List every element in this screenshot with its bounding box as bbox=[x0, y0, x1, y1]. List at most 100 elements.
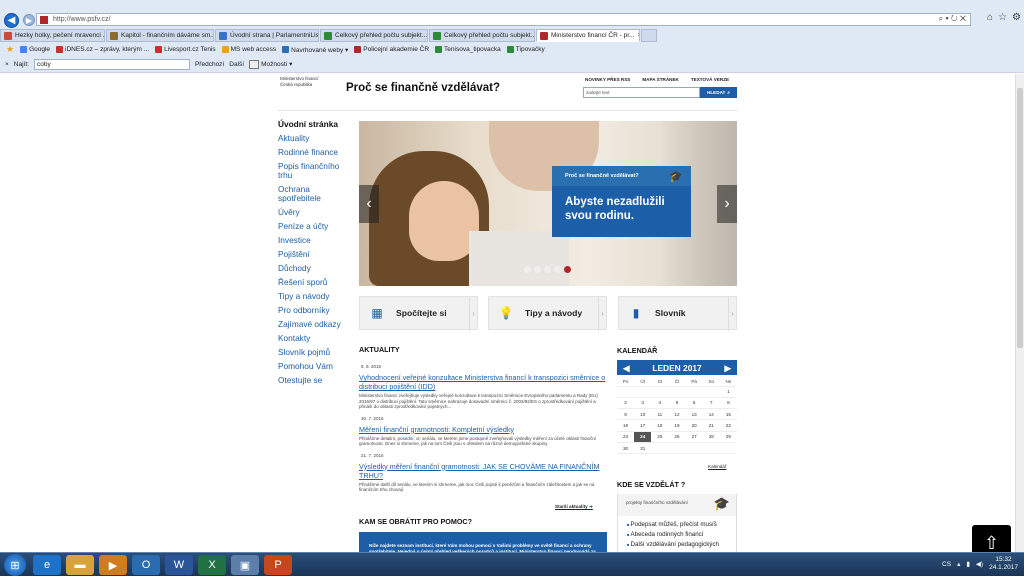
calendar-day[interactable]: 25 bbox=[651, 431, 669, 443]
slider-next-button[interactable]: › bbox=[717, 185, 737, 223]
forward-button[interactable]: ▶ bbox=[23, 14, 35, 26]
scrollbar-thumb[interactable] bbox=[1017, 88, 1023, 348]
favorite-link[interactable]: Livesport.cz Tenis bbox=[155, 46, 216, 53]
new-tab-button[interactable] bbox=[641, 29, 657, 42]
nav-item[interactable]: Popis finančního trhu bbox=[278, 162, 346, 180]
nav-item[interactable]: Aktuality bbox=[278, 134, 346, 143]
favorite-link[interactable]: Navrhované weby ▾ bbox=[282, 46, 348, 54]
calendar-day[interactable]: 1 bbox=[719, 386, 737, 398]
tile-1[interactable]: ▦ Spočítejte si › bbox=[359, 296, 478, 331]
home-icon[interactable]: ⌂ bbox=[987, 12, 993, 23]
ministry-logo[interactable]: Ministerstvo financí Česká republika bbox=[280, 76, 332, 110]
calendar-day[interactable]: 10 bbox=[634, 408, 652, 421]
calendar-day[interactable]: 31 bbox=[634, 442, 652, 455]
nav-item[interactable]: Kontakty bbox=[278, 334, 346, 343]
tile-2[interactable]: 💡 Tipy a návody › bbox=[488, 296, 607, 331]
calendar-day[interactable]: 29 bbox=[719, 431, 737, 443]
calendar-day[interactable]: 22 bbox=[719, 419, 737, 432]
find-prev-button[interactable]: Předchozí bbox=[195, 61, 224, 68]
nav-item[interactable]: Řešení sporů bbox=[278, 278, 346, 287]
search-input[interactable]: zadejte text bbox=[583, 87, 700, 98]
slider-prev-button[interactable]: ‹ bbox=[359, 185, 379, 223]
nav-item[interactable]: Zajímavé odkazy bbox=[278, 320, 346, 329]
find-close-button[interactable]: × bbox=[5, 61, 9, 68]
calendar-day[interactable]: 27 bbox=[685, 431, 703, 443]
address-bar-icons[interactable]: ⌕ ▾ ↻ ✕ bbox=[939, 14, 966, 24]
favorite-link[interactable]: Tipovačky bbox=[506, 46, 545, 53]
calendar-day[interactable]: 11 bbox=[651, 408, 669, 421]
volume-icon[interactable]: ◀) bbox=[976, 560, 983, 568]
nav-item[interactable]: Důchody bbox=[278, 264, 346, 273]
gear-icon[interactable]: ⚙ bbox=[1012, 12, 1021, 23]
favorite-link[interactable]: Google bbox=[20, 46, 50, 53]
clock[interactable]: 15:32 24.1.2017 bbox=[989, 556, 1018, 572]
favorite-link[interactable]: Tenisova_tipovacka bbox=[435, 46, 501, 53]
top-link[interactable]: MAPA STRÁNEK bbox=[642, 77, 679, 82]
calendar-day[interactable]: 4 bbox=[651, 397, 669, 410]
tray-arrow-icon[interactable]: ▴ bbox=[957, 560, 960, 568]
calendar-day[interactable]: 21 bbox=[702, 419, 720, 432]
nav-item[interactable]: Úvěry bbox=[278, 208, 346, 217]
news-title-link[interactable]: Výsledky měření finanční gramotnosti: JA… bbox=[359, 462, 607, 480]
edu-list-item[interactable]: Abeceda rodinných financí bbox=[627, 530, 736, 540]
calendar-day[interactable]: 17 bbox=[634, 419, 652, 432]
outlook-icon[interactable]: O bbox=[132, 555, 160, 575]
slider-dot[interactable] bbox=[524, 266, 531, 273]
network-tray-icon[interactable]: ▮ bbox=[966, 560, 970, 568]
calendar-day[interactable]: 23 bbox=[617, 431, 635, 443]
nav-item[interactable]: Slovník pojmů bbox=[278, 348, 346, 357]
archive-link[interactable]: Starší aktuality ➜ bbox=[555, 504, 593, 510]
favorites-star-icon[interactable]: ★ bbox=[6, 44, 14, 55]
nav-item[interactable]: Pomohou Vám bbox=[278, 362, 346, 371]
slider-dot[interactable] bbox=[564, 266, 571, 273]
calendar-day[interactable]: 9 bbox=[617, 408, 635, 421]
back-button[interactable]: ◀ bbox=[4, 12, 19, 28]
calendar-next-button[interactable]: ▶ bbox=[725, 363, 731, 373]
tab-2[interactable]: Kapitol - finančním dáváme sm... bbox=[106, 29, 214, 42]
tab-1[interactable]: Hezky holky, pečení mravenci ... bbox=[0, 29, 105, 42]
find-input[interactable]: coby bbox=[33, 58, 190, 70]
ie-icon[interactable]: e bbox=[33, 555, 61, 575]
favorite-link[interactable]: MS web access bbox=[221, 46, 276, 53]
tab-4[interactable]: Celkový přehled počtu subjekt... bbox=[320, 29, 428, 42]
news-title-link[interactable]: Měření finanční gramotnosti: Kompletní v… bbox=[359, 425, 607, 434]
slider-dot[interactable] bbox=[534, 266, 541, 273]
calendar-day[interactable]: 5 bbox=[668, 397, 686, 410]
calendar-day[interactable]: 18 bbox=[651, 419, 669, 432]
start-button[interactable]: ⊞ bbox=[4, 554, 26, 576]
calendar-day[interactable]: 2 bbox=[617, 397, 635, 410]
calendar-day[interactable]: 6 bbox=[685, 397, 703, 410]
nav-item[interactable]: Rodinné finance bbox=[278, 148, 346, 157]
calendar-day[interactable]: 8 bbox=[719, 397, 737, 410]
calendar-day[interactable]: 15 bbox=[719, 408, 737, 421]
calendar-day[interactable]: 13 bbox=[685, 408, 703, 421]
address-bar[interactable]: http://www.psfv.cz/ ⌕ ▾ ↻ ✕ bbox=[36, 13, 971, 26]
nav-item[interactable]: Úvodní stránka bbox=[278, 120, 346, 129]
calendar-day[interactable]: 12 bbox=[668, 408, 686, 421]
calendar-day[interactable]: 26 bbox=[668, 431, 686, 443]
calendar-link[interactable]: Kalendář bbox=[708, 464, 726, 469]
tab-5[interactable]: Celkový přehled počtu subjekt... bbox=[429, 29, 535, 42]
top-link[interactable]: TEXTOVÁ VERZE bbox=[691, 77, 729, 82]
powerpoint-icon[interactable]: P bbox=[264, 555, 292, 575]
star-icon[interactable]: ☆ bbox=[998, 12, 1007, 23]
media-player-icon[interactable]: ▶ bbox=[99, 555, 127, 575]
calendar-day[interactable]: 16 bbox=[617, 419, 635, 432]
nav-item[interactable]: Tipy a návody bbox=[278, 292, 346, 301]
edu-list-item[interactable]: Další vzdělávání pedagogických bbox=[627, 540, 736, 550]
folder-icon[interactable]: ▬ bbox=[66, 555, 94, 575]
news-title-link[interactable]: Vyhodnocení veřejné konzultace Ministers… bbox=[359, 373, 607, 391]
tab-6[interactable]: Ministerstvo financí ČR - pr...× bbox=[536, 29, 640, 42]
network-icon[interactable]: ▣ bbox=[231, 555, 259, 575]
hero-caption-box[interactable]: Proč se finančně vzdělávat? 🎓 Abyste nez… bbox=[552, 166, 691, 237]
nav-item[interactable]: Otestujte se bbox=[278, 376, 346, 385]
excel-icon[interactable]: X bbox=[198, 555, 226, 575]
word-icon[interactable]: W bbox=[165, 555, 193, 575]
tab-3[interactable]: Úvodní strana | ParlamentniLis... bbox=[215, 29, 319, 42]
calendar-day[interactable]: 7 bbox=[702, 397, 720, 410]
language-indicator[interactable]: CS bbox=[942, 561, 951, 568]
nav-item[interactable]: Pro odborníky bbox=[278, 306, 346, 315]
calendar-day[interactable]: 20 bbox=[685, 419, 703, 432]
top-link[interactable]: NOVINKY PŘES RSS bbox=[585, 77, 630, 82]
slider-dot[interactable] bbox=[544, 266, 551, 273]
